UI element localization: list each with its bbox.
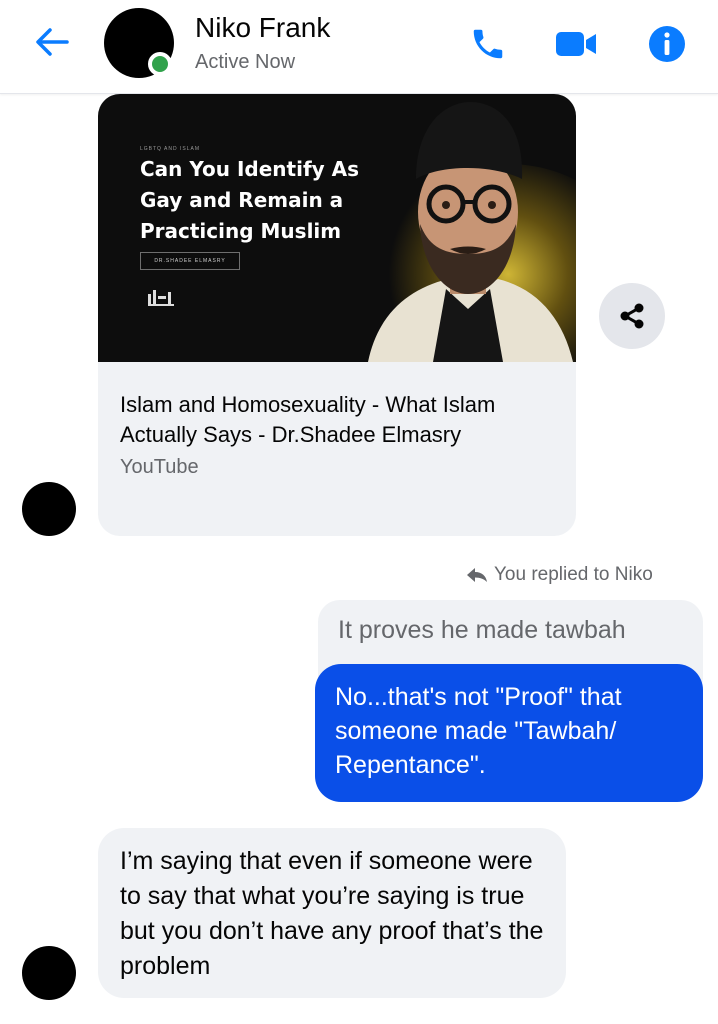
link-source: YouTube: [120, 456, 199, 478]
info-icon[interactable]: [645, 22, 689, 66]
online-indicator: [148, 52, 172, 76]
speaker-portrait: [368, 102, 573, 362]
reply-indicator-label: You replied to Niko: [494, 564, 653, 585]
contact-status: Active Now: [195, 51, 296, 73]
thumbnail-kicker: LGBTQ AND ISLAM: [140, 146, 201, 152]
reply-arrow-icon: [467, 568, 487, 582]
received-message[interactable]: I’m saying that even if someone were to …: [98, 828, 566, 998]
phone-icon[interactable]: [466, 22, 510, 66]
video-camera-icon[interactable]: [554, 22, 598, 66]
chat-header: Niko Frank Active Now: [0, 0, 718, 94]
back-arrow-icon[interactable]: [30, 22, 74, 62]
sent-message[interactable]: No...that's not "Proof" that someone mad…: [315, 664, 703, 802]
shared-link-card[interactable]: LGBTQ AND ISLAM Can You Identify As Gay …: [98, 94, 576, 536]
sender-avatar[interactable]: [22, 482, 76, 536]
thumbnail-title: Can You Identify As Gay and Remain a Pra…: [140, 157, 360, 243]
thumbnail-byline: DR.SHADEE ELMASRY: [140, 252, 240, 270]
link-details: Islam and Homosexuality - What Islam Act…: [120, 390, 540, 479]
video-thumbnail[interactable]: LGBTQ AND ISLAM Can You Identify As Gay …: [98, 94, 576, 362]
share-button[interactable]: [599, 283, 665, 349]
share-icon: [620, 303, 644, 329]
channel-logo-icon: [148, 290, 174, 306]
reply-indicator: You replied to Niko: [466, 564, 653, 586]
link-title[interactable]: Islam and Homosexuality - What Islam Act…: [120, 390, 540, 450]
sender-avatar[interactable]: [22, 946, 76, 1000]
contact-name[interactable]: Niko Frank: [195, 12, 330, 44]
